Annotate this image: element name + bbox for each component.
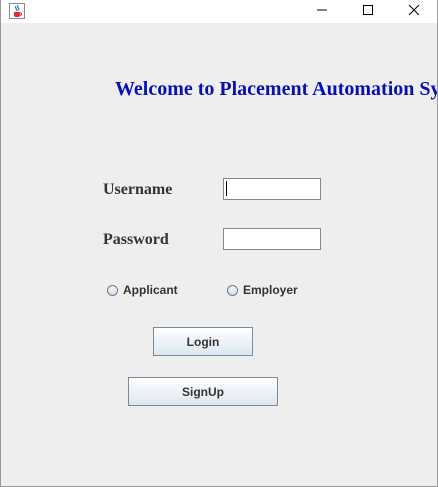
java-cup-icon (9, 3, 25, 19)
applicant-radio[interactable]: Applicant (107, 283, 178, 297)
minimize-icon (316, 3, 328, 21)
maximize-button[interactable] (345, 0, 390, 23)
password-field[interactable] (223, 228, 321, 250)
username-label: Username (103, 181, 173, 198)
radio-circle-icon[interactable] (107, 284, 118, 296)
title-bar (1, 0, 437, 23)
applicant-radio-label: Applicant (123, 283, 178, 297)
minimize-button[interactable] (299, 0, 344, 23)
username-field[interactable] (223, 178, 321, 200)
password-label: Password (103, 231, 169, 248)
radio-circle-icon[interactable] (227, 284, 238, 296)
login-panel: Welcome to Placement Automation Sy Usern… (1, 23, 438, 486)
maximize-icon (362, 3, 374, 21)
close-button[interactable] (391, 0, 436, 23)
app-window: Welcome to Placement Automation Sy Usern… (0, 0, 438, 487)
employer-radio-label: Employer (243, 283, 298, 297)
text-caret (226, 181, 227, 196)
close-icon (408, 3, 420, 21)
login-button[interactable]: Login (153, 327, 253, 356)
welcome-heading: Welcome to Placement Automation Sy (115, 78, 438, 100)
signup-button[interactable]: SignUp (128, 377, 278, 406)
employer-radio[interactable]: Employer (227, 283, 298, 297)
